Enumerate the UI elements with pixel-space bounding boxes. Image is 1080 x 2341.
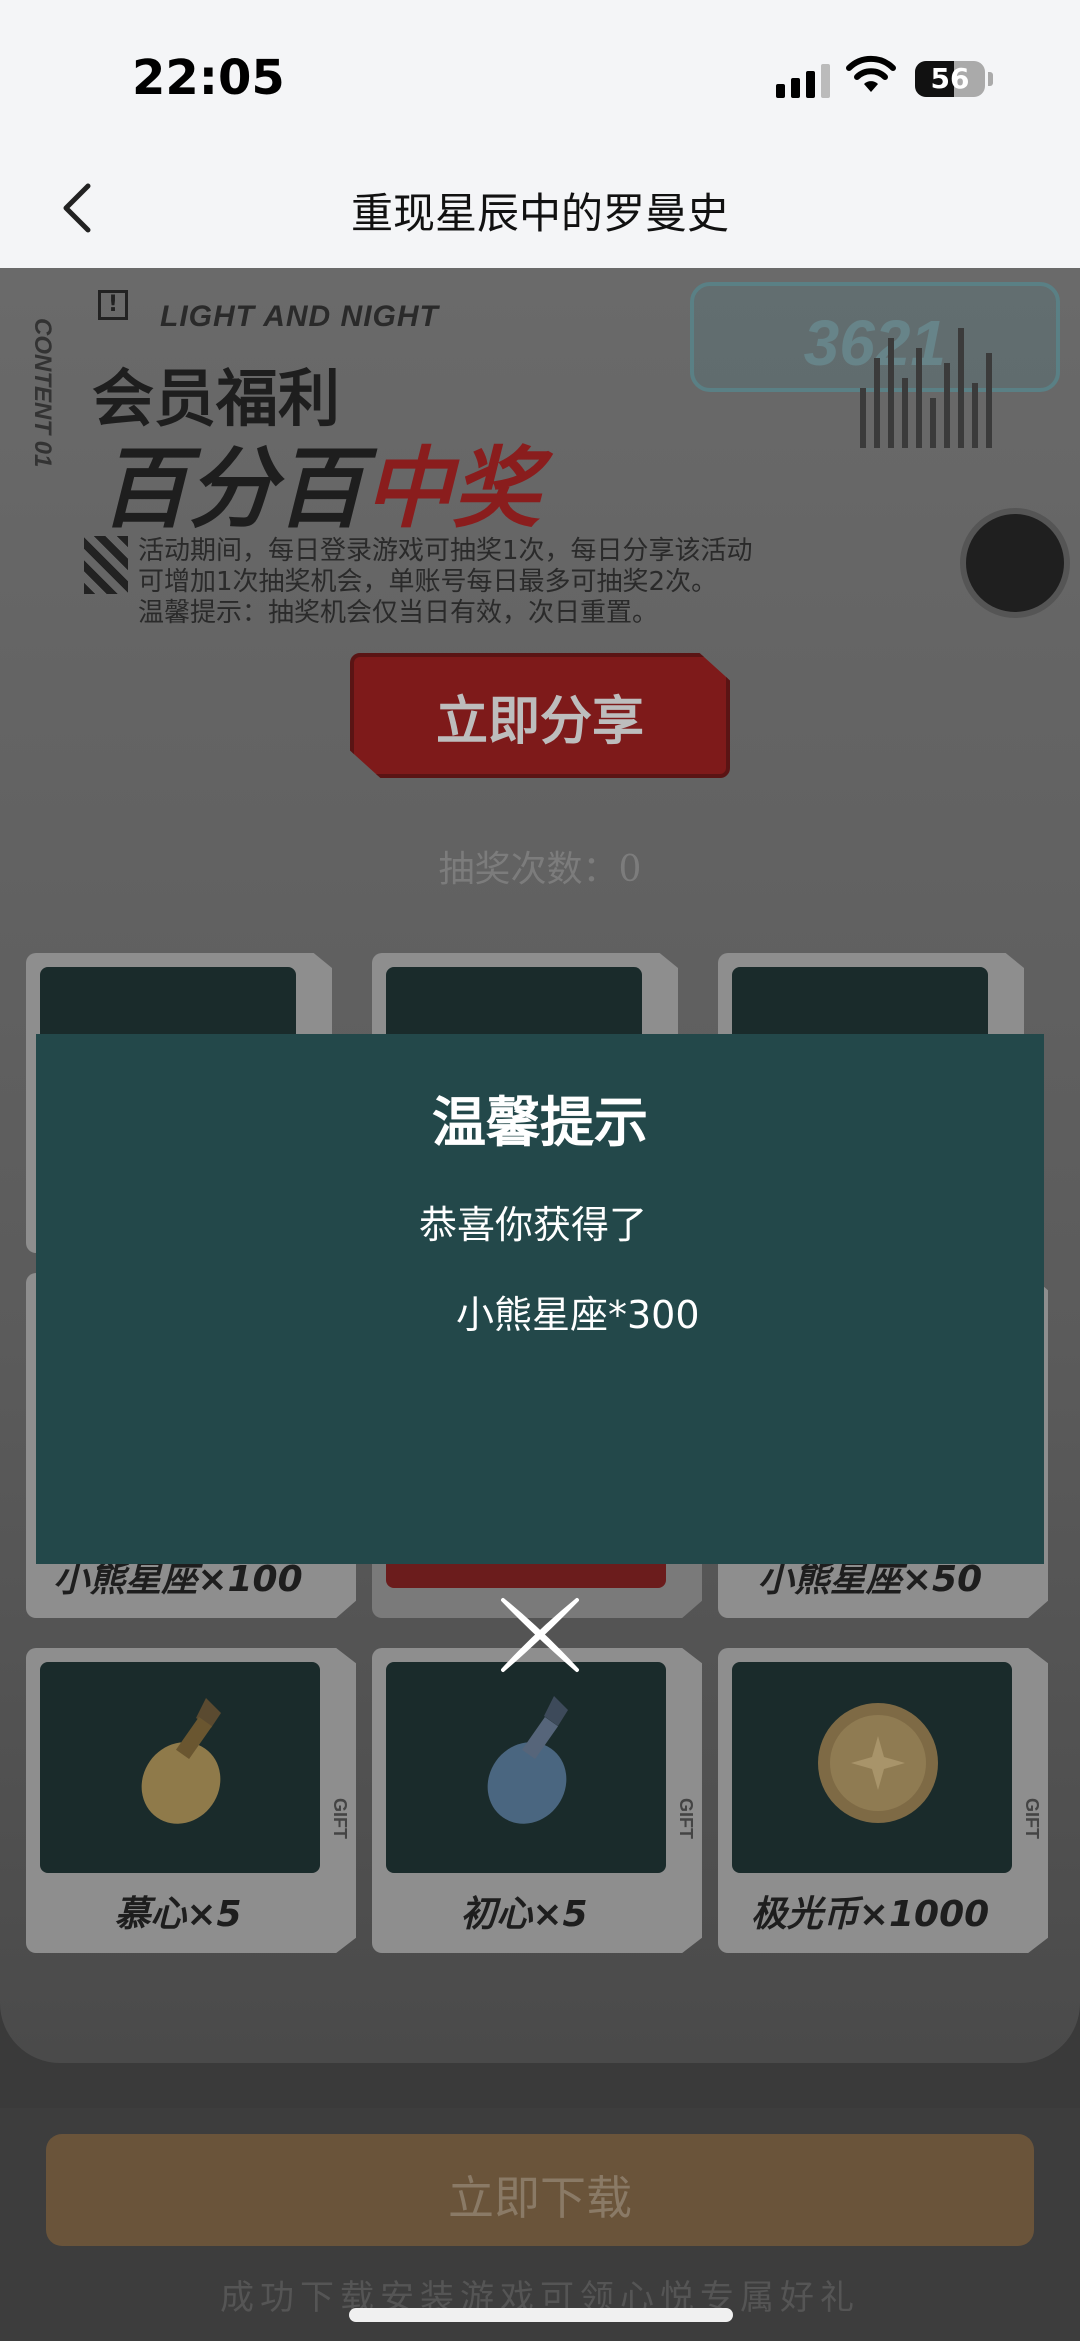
dialog-title: 温馨提示 (432, 1091, 648, 1154)
subtitle-part-b: 中奖 (364, 437, 541, 540)
download-bar: 立即下载 成功下载安装游戏可领心悦专属好礼 (0, 2108, 1080, 2341)
share-button-label: 立即分享 (435, 692, 644, 752)
perfume-bottle-icon (141, 1698, 221, 1824)
prize-label: 极光币×1000 (750, 1894, 990, 1935)
desc-line: 活动期间，每日登录游戏可抽奖1次，每日分享该活动 (138, 536, 753, 566)
banner-tagline: LIGHT AND NIGHT (160, 300, 439, 333)
gift-tag: GIFT (676, 1798, 696, 1839)
prize-card[interactable]: GIFT 慕心×5 (26, 1648, 356, 1953)
decor-circle-icon (960, 508, 1070, 618)
activity-description: 活动期间，每日登录游戏可抽奖1次，每日分享该活动 可增加1次抽奖机会，单账号每日… (138, 536, 753, 629)
gift-tag: GIFT (330, 1798, 350, 1839)
close-icon[interactable] (495, 1590, 585, 1680)
status-bar: 22:05 56 (0, 0, 1080, 150)
status-time: 22:05 (132, 50, 285, 106)
battery-level: 56 (930, 62, 970, 95)
result-dialog: 温馨提示 恭喜你获得了 小熊星座*300 (36, 1034, 1044, 1564)
wifi-icon (846, 55, 896, 92)
prize-label: 慕心×5 (114, 1894, 242, 1935)
stripe-icon (84, 536, 128, 594)
cellular-signal-icon (776, 62, 830, 98)
battery-tip (988, 72, 993, 86)
banner-subtitle: 百分百中奖 (100, 418, 540, 545)
draw-count: 抽奖次数：0 (438, 849, 642, 890)
banner-side-text: CONTENT 01 (29, 318, 56, 468)
desc-line: 可增加1次抽奖机会，单账号每日最多可抽奖2次。 (138, 567, 718, 597)
warning-icon: ! (98, 290, 128, 320)
battery-icon: 56 (915, 61, 985, 97)
perfume-bottle-icon (487, 1696, 568, 1824)
prize-card[interactable]: GIFT 极光币×1000 (718, 1648, 1048, 1953)
dialog-prize: 小熊星座*300 (456, 1293, 700, 1337)
coin-icon (818, 1703, 938, 1823)
gift-tag: GIFT (1022, 1798, 1042, 1839)
prize-card[interactable]: GIFT 初心×5 (372, 1648, 702, 1953)
dialog-message: 恭喜你获得了 (419, 1203, 648, 1247)
share-button[interactable]: 立即分享 (350, 653, 730, 778)
desc-line: 温馨提示：抽奖机会仅当日有效，次日重置。 (138, 598, 659, 628)
prize-label: 初心×5 (460, 1894, 588, 1935)
decor-bars-icon (860, 328, 992, 448)
subtitle-part-a: 百分百 (100, 437, 365, 540)
download-button[interactable]: 立即下载 (46, 2134, 1034, 2246)
home-indicator[interactable] (349, 2308, 733, 2322)
page-title: 重现星辰中的罗曼史 (350, 189, 729, 238)
nav-bar: 重现星辰中的罗曼史 (0, 150, 1080, 268)
download-button-label: 立即下载 (448, 2171, 632, 2225)
